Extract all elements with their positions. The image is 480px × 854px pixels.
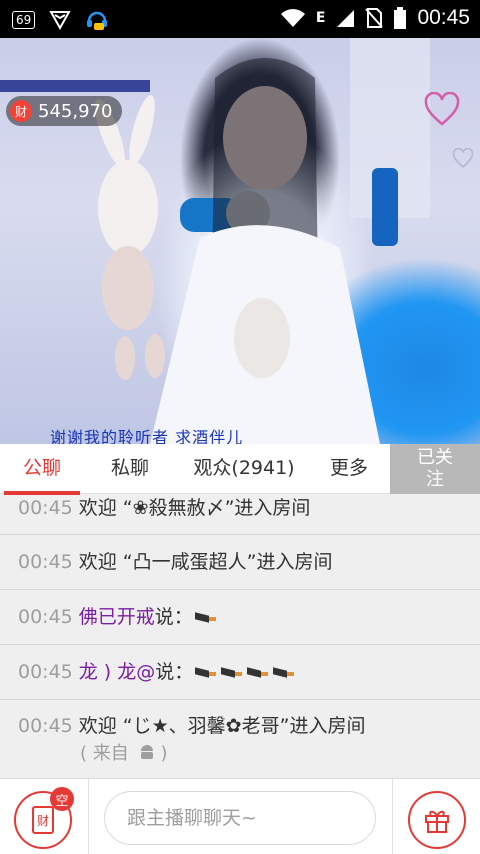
battery-icon: [394, 7, 407, 29]
knife-gift-icon: [195, 613, 217, 622]
chat-message: 00:45 龙 ) 龙@说：: [0, 645, 480, 700]
message-source: ( 来自 ): [18, 740, 480, 768]
knife-gift-icon: [221, 668, 243, 677]
tab-audience[interactable]: 观众(2941): [180, 444, 308, 494]
network-type-label: E: [315, 10, 326, 26]
heart-icon: [424, 92, 460, 126]
message-time: 00:45: [18, 497, 73, 519]
no-sim-icon: [365, 8, 384, 28]
fortune-envelope-icon: 财: [32, 806, 54, 834]
android-icon: [141, 745, 154, 759]
tab-public-chat[interactable]: 公聊: [4, 444, 80, 494]
live-video-stream[interactable]: 财 545,970 谢谢我的聆听者 求酒伴儿: [0, 38, 480, 444]
message-text: 欢迎 “❀殺無赦〆”进入房间: [78, 497, 311, 519]
fortune-button[interactable]: 财 空: [14, 787, 74, 849]
message-time: 00:45: [18, 661, 73, 683]
follow-label-line2: 注: [426, 469, 444, 490]
source-prefix: ( 来自: [80, 743, 129, 764]
chat-message: 00:45 欢迎 “凸一咸蛋超人”进入房间: [0, 535, 480, 590]
divider: [88, 779, 89, 854]
tab-private-chat[interactable]: 私聊: [92, 444, 168, 494]
clock: 00:45: [417, 6, 470, 29]
bottom-bar: 财 空 跟主播聊聊天~: [0, 778, 480, 854]
message-says: 说：: [154, 606, 193, 628]
fortune-counter[interactable]: 财 545,970: [6, 96, 123, 126]
divider: [392, 779, 393, 854]
follow-button[interactable]: 已关 注: [390, 444, 480, 494]
gift-icon: [425, 810, 449, 833]
tab-more[interactable]: 更多: [314, 444, 384, 494]
notification-count-badge: 69: [12, 11, 36, 29]
message-says: 说：: [155, 661, 194, 683]
knife-gift-icon: [247, 668, 269, 677]
knife-gift-icon: [273, 668, 295, 677]
message-time: 00:45: [18, 606, 73, 628]
message-username[interactable]: 龙 ) 龙@: [79, 661, 156, 683]
headset-chat-icon: [87, 11, 108, 30]
fortune-count: 545,970: [38, 100, 113, 122]
chat-message: 00:45 欢迎 “❀殺無赦〆”进入房间: [0, 495, 480, 535]
message-time: 00:45: [18, 715, 73, 737]
gift-button[interactable]: [408, 791, 466, 849]
knife-gift-icon: [195, 668, 217, 677]
stream-caption: 谢谢我的聆听者 求酒伴儿: [50, 428, 244, 444]
message-text: 欢迎 “凸一咸蛋超人”进入房间: [78, 551, 333, 573]
message-text: 欢迎 “じ★、羽馨✿老哥”进入房间: [78, 715, 366, 737]
wifi-icon: [280, 9, 305, 27]
status-bar: 69 E 00:45: [0, 0, 480, 38]
chat-input[interactable]: 跟主播聊聊天~: [104, 791, 376, 845]
signal-icon: [337, 10, 355, 27]
heart-icon: [452, 148, 474, 168]
chat-message: 00:45 欢迎 “じ★、羽馨✿老哥”进入房间 ( 来自 ): [0, 700, 480, 778]
fortune-badge: 空: [50, 787, 74, 811]
chat-message: 00:45 佛已开戒说：: [0, 590, 480, 645]
fortune-icon: 财: [10, 100, 32, 122]
shield-icon: [49, 11, 71, 31]
message-username[interactable]: 佛已开戒: [79, 606, 155, 628]
chat-message-list[interactable]: 00:45 欢迎 “❀殺無赦〆”进入房间 00:45 欢迎 “凸一咸蛋超人”进入房间…: [0, 495, 480, 778]
source-suffix: ): [160, 743, 168, 764]
follow-label-line1: 已关: [417, 447, 453, 468]
message-time: 00:45: [18, 551, 73, 573]
